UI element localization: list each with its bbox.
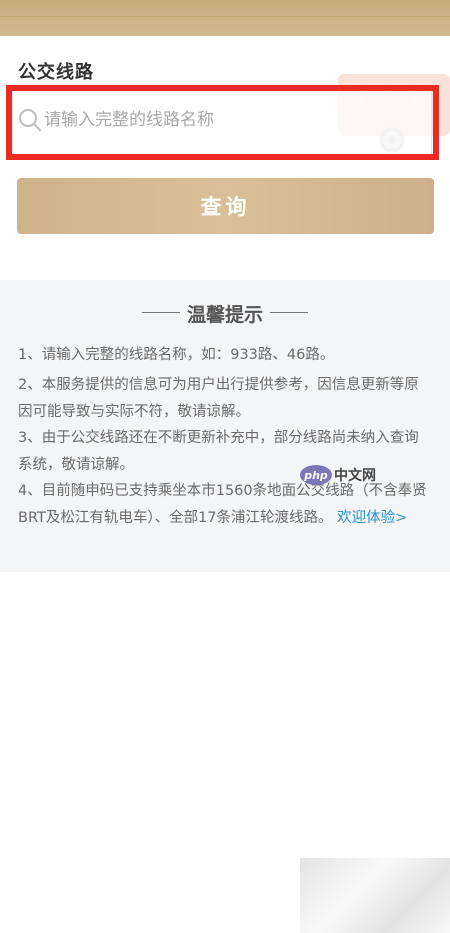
search-icon [19, 109, 41, 131]
section-title: 公交线路 [18, 62, 94, 83]
tip-item: 2、本服务提供的信息可为用户出行提供参考，因信息更新等原因可能导致与实际不符，敬… [18, 377, 419, 420]
query-button[interactable]: 查询 [17, 178, 434, 234]
watermark: php 中文网 [300, 465, 376, 485]
tip-item: 4、目前随申码已支持乘坐本市1560条地面公交线路（不含奉贤BRT及松江有轨电车… [18, 478, 428, 532]
watermark-text: 中文网 [334, 468, 376, 484]
watermark-logo: php [300, 465, 332, 485]
tips-heading: 温馨提示 [186, 304, 263, 326]
welcome-link[interactable]: 欢迎体验> [337, 510, 407, 526]
blurred-watermark-patch [300, 858, 450, 933]
tip-item: 1、请输入完整的线路名称，如：933路、46路。 [18, 347, 335, 363]
top-header-bar [0, 0, 450, 36]
header-divider [0, 16, 450, 17]
tips-heading-divider-right [270, 312, 308, 313]
search-input[interactable] [44, 104, 304, 136]
